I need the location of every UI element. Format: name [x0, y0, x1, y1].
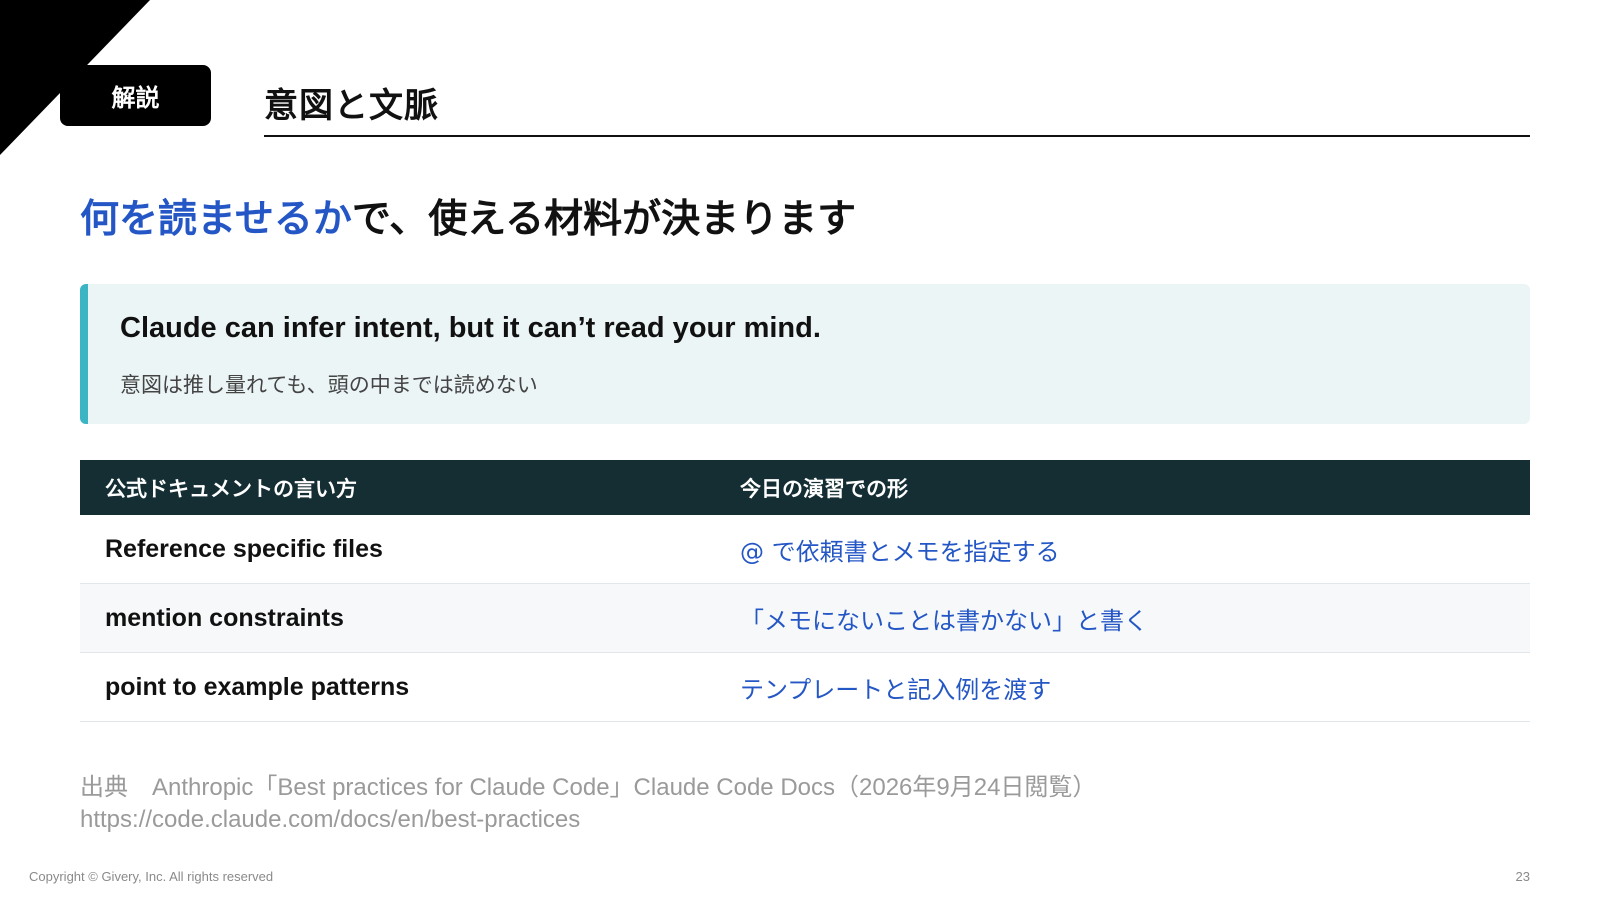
headline-rest: で、使える材料が決まります	[351, 197, 857, 242]
source-label: 出典	[80, 774, 128, 801]
source-citation: 出典 Anthropic「Best practices for Claude Co…	[80, 772, 1096, 836]
table-header-cell: 今日の演習での形	[740, 476, 908, 501]
quote-english: Claude can infer intent, but it can’t re…	[120, 312, 821, 344]
headline-highlight: 何を読ませるか	[80, 197, 352, 242]
copyright: Copyright © Givery, Inc. All rights rese…	[29, 869, 274, 884]
table-header-cell: 公式ドキュメントの言い方	[105, 476, 357, 501]
comparison-table: 公式ドキュメントの言い方 今日の演習での形 Reference specific…	[80, 460, 1530, 722]
table-row: Reference specific files @ で依頼書とメモを指定する	[80, 515, 1530, 584]
quote-box: Claude can infer intent, but it can’t re…	[80, 284, 1530, 424]
source-line: 出典 Anthropic「Best practices for Claude Co…	[80, 772, 1096, 804]
source-text: Anthropic「Best practices for Claude Code…	[152, 774, 1097, 801]
table-header: 公式ドキュメントの言い方 今日の演習での形	[80, 460, 1530, 515]
table-cell-exercise: テンプレートと記入例を渡す	[740, 675, 1052, 704]
table-row: point to example patterns テンプレートと記入例を渡す	[80, 653, 1530, 722]
headline: 何を読ませるかで、使える材料が決まります	[80, 188, 856, 244]
page-number: 23	[1515, 869, 1530, 884]
table-cell-docs: mention constraints	[105, 603, 344, 632]
section-badge: 解説	[60, 65, 211, 126]
quote-japanese: 意図は推し量れても、頭の中までは読めない	[120, 373, 538, 397]
table-cell-exercise: @ で依頼書とメモを指定する	[740, 537, 1060, 566]
title-underline	[264, 135, 1530, 137]
table-row: mention constraints 「メモにないことは書かない」と書く	[80, 584, 1530, 653]
table-cell-docs: Reference specific files	[105, 534, 383, 563]
table-cell-exercise: 「メモにないことは書かない」と書く	[740, 606, 1148, 635]
quote-accent-bar	[80, 284, 88, 424]
table-cell-docs: point to example patterns	[105, 672, 410, 701]
page-title: 意図と文脈	[264, 86, 439, 126]
source-url: https://code.claude.com/docs/en/best-pra…	[80, 806, 581, 833]
